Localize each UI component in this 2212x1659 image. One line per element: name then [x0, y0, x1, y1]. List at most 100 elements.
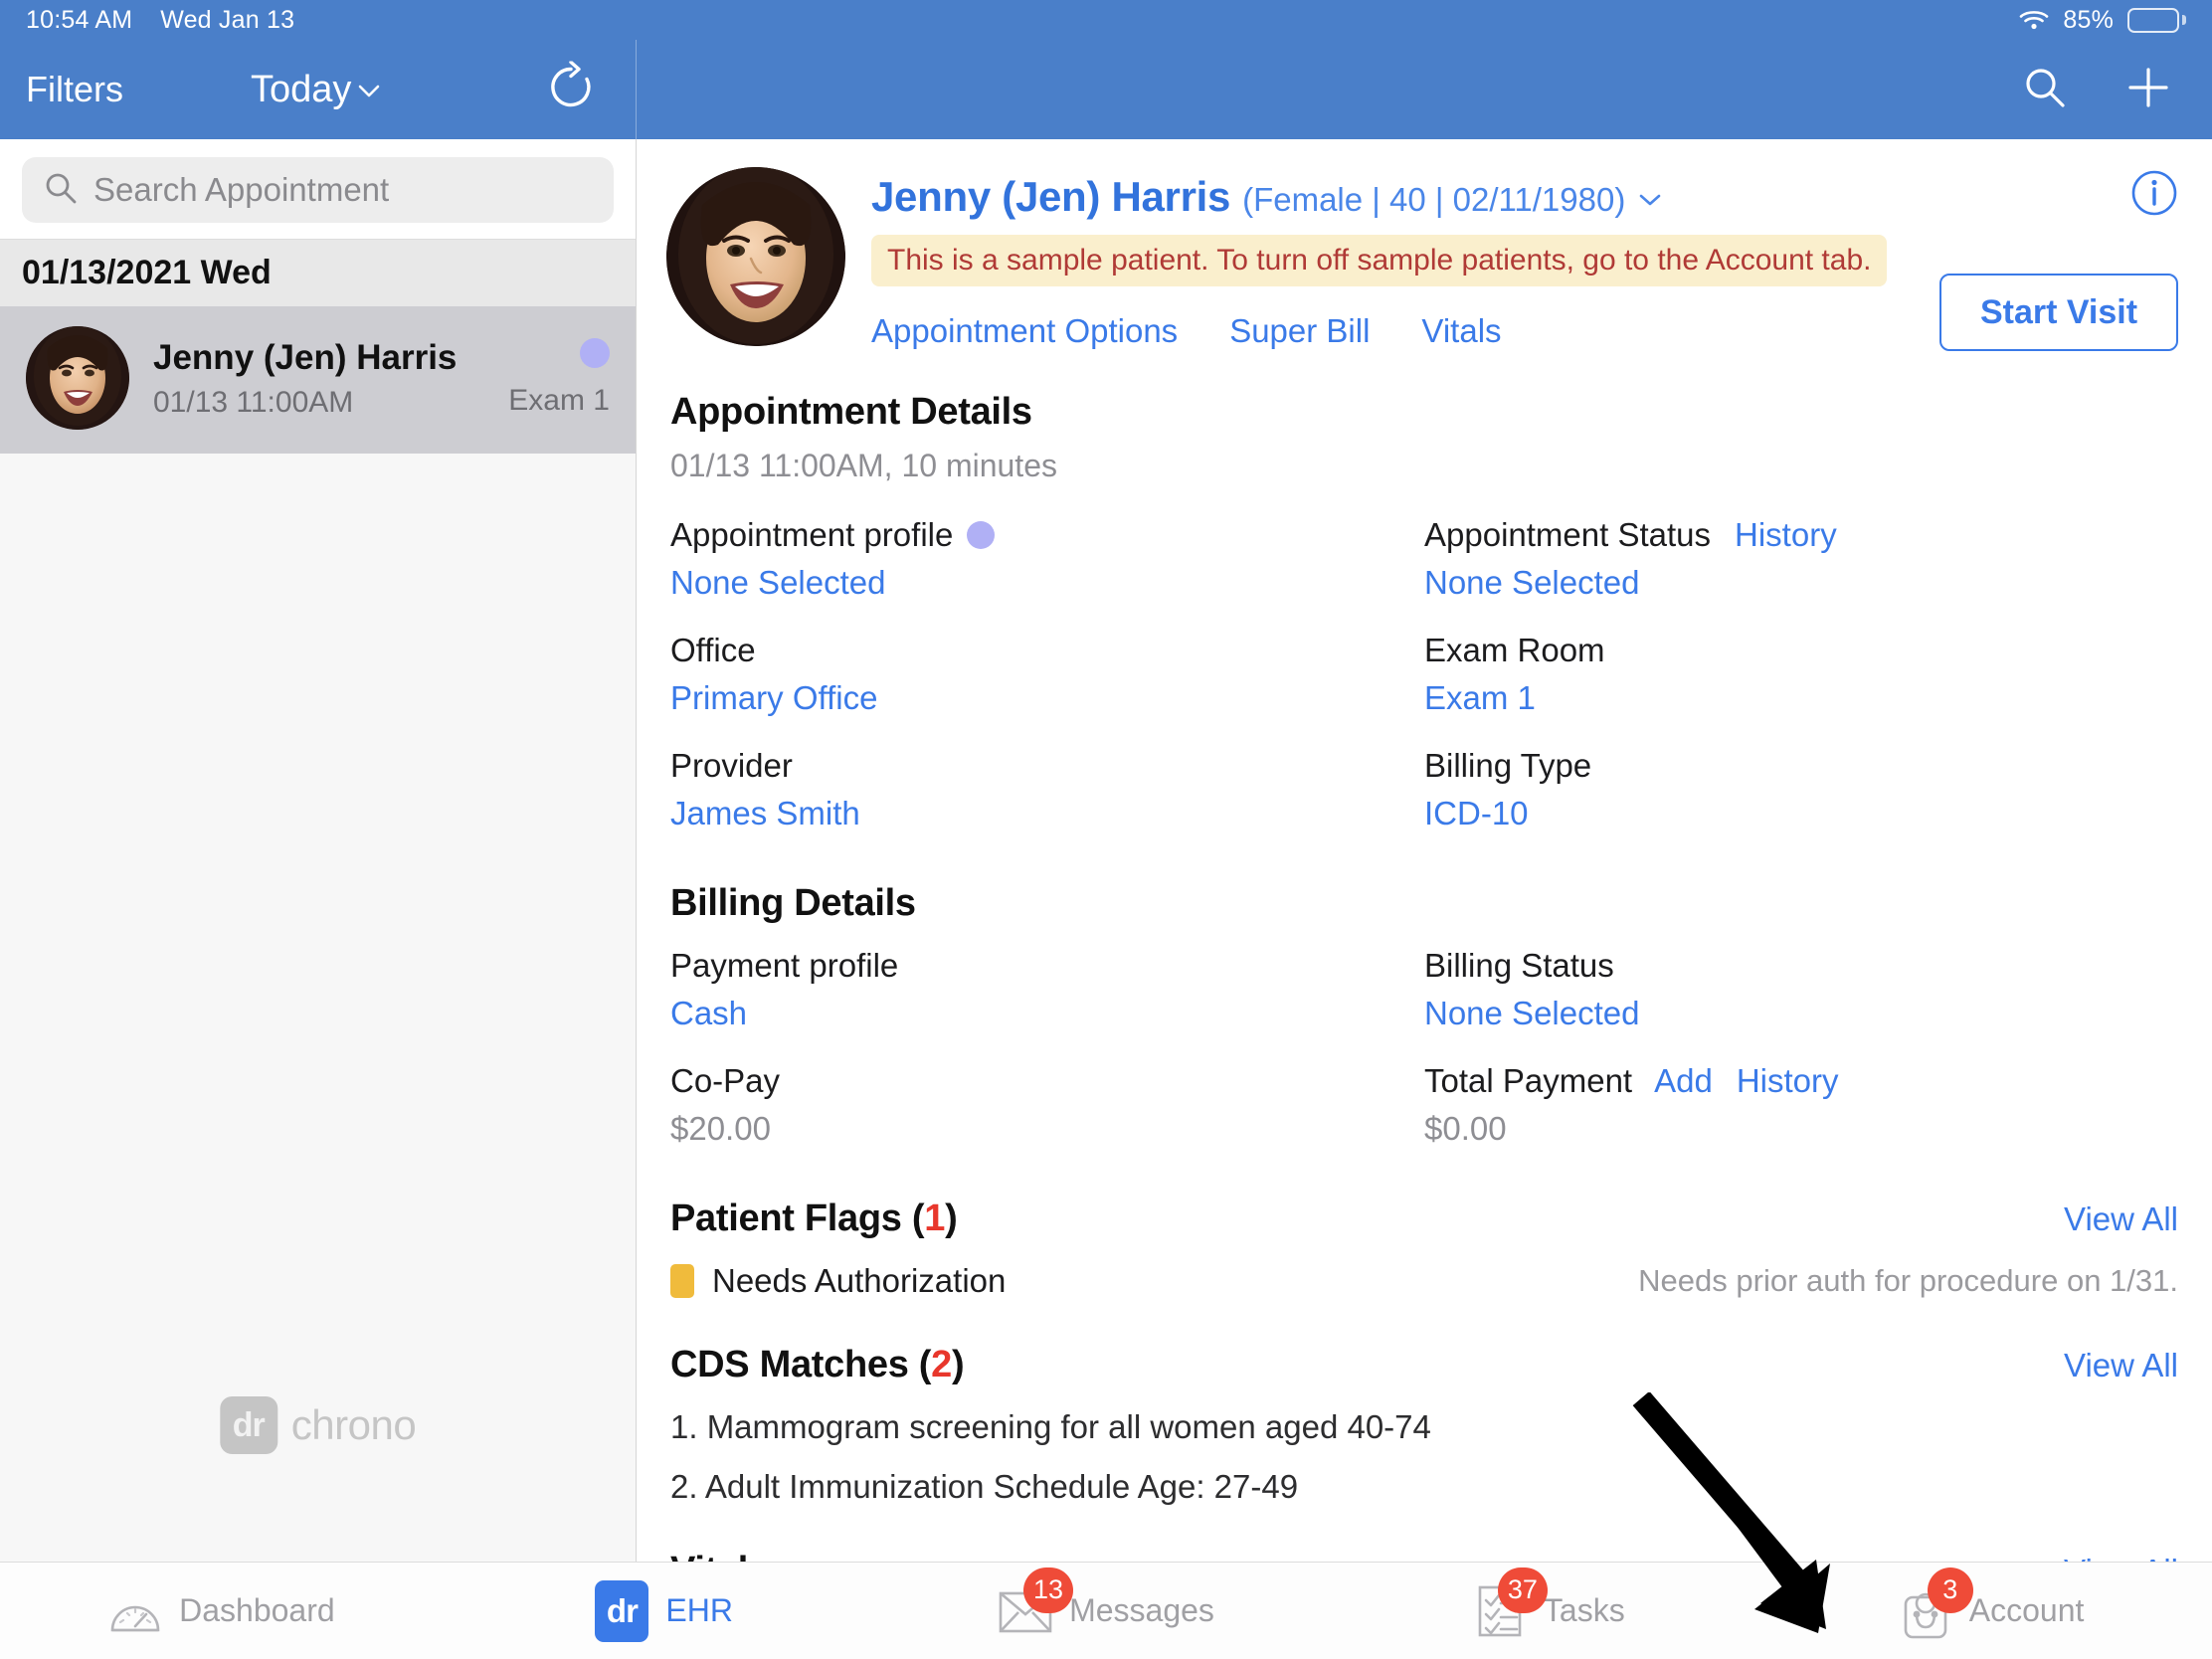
patient-name-line[interactable]: Jenny (Jen) Harris (Female | 40 | 02/11/… [871, 173, 1904, 221]
start-visit-button[interactable]: Start Visit [1939, 274, 2178, 351]
tab-dashboard[interactable]: Dashboard [0, 1563, 443, 1659]
appointment-profile-dot [580, 338, 610, 368]
field-label: Exam Room [1424, 632, 1605, 668]
list-item-info: Jenny (Jen) Harris 01/13 11:00AM [153, 336, 484, 420]
flag-note: Needs prior auth for procedure on 1/31. [1638, 1263, 2178, 1298]
field-value[interactable]: Exam 1 [1424, 679, 2178, 717]
checklist-icon: 37 [1472, 1567, 1548, 1639]
battery-percent: 85% [2063, 5, 2114, 34]
tab-super-bill[interactable]: Super Bill [1229, 312, 1370, 350]
patient-demographics: (Female | 40 | 02/11/1980) [1242, 181, 1626, 218]
tab-tasks[interactable]: 37 Tasks [1327, 1563, 1769, 1659]
tab-ehr[interactable]: dr EHR [443, 1563, 885, 1659]
search-appointment-input[interactable]: Search Appointment [22, 157, 614, 223]
today-dropdown[interactable]: Today [251, 69, 381, 111]
cds-view-all[interactable]: View All [2064, 1347, 2178, 1384]
sidebar-empty-space [0, 454, 636, 1562]
top-bar: 10:54 AM Wed Jan 13 85% Filters Today [0, 0, 2212, 139]
total-payment-add-link[interactable]: Add [1654, 1062, 1713, 1100]
field-exam-room: Exam Room Exam 1 [1424, 632, 2178, 717]
tab-vitals[interactable]: Vitals [1421, 312, 1501, 350]
field-appointment-profile: Appointment profile None Selected [670, 516, 1424, 602]
refresh-icon[interactable] [546, 60, 596, 118]
appointment-date-header: 01/13/2021 Wed [0, 239, 636, 306]
appointment-room-label: Exam 1 [508, 384, 610, 417]
search-icon [44, 171, 78, 210]
field-value[interactable]: None Selected [670, 564, 1424, 602]
appointment-datetime: 01/13 11:00AM, 10 minutes [670, 448, 1057, 483]
appointment-status-history-link[interactable]: History [1735, 516, 1837, 554]
patient-header-actions: Start Visit [1930, 167, 2178, 351]
total-payment-history-link[interactable]: History [1737, 1062, 1839, 1100]
appointment-time: 01/13 11:00AM [153, 385, 354, 419]
section-header-row: Vitals View All [670, 1550, 2178, 1562]
chevron-down-icon[interactable] [1637, 184, 1663, 215]
avatar [26, 326, 129, 430]
search-placeholder: Search Appointment [93, 171, 390, 208]
field-total-payment: Total Payment Add History $0.00 [1424, 1062, 2178, 1148]
section-header-row: CDS Matches (2) View All [670, 1344, 2178, 1386]
drchrono-logo-text: chrono [290, 1401, 417, 1448]
section-title: Vitals [670, 1550, 769, 1562]
tab-label: Messages [1069, 1592, 1214, 1628]
tab-appointment-options[interactable]: Appointment Options [871, 312, 1178, 350]
field-value[interactable]: ICD-10 [1424, 795, 2178, 832]
field-provider: Provider James Smith [670, 747, 1424, 832]
dr-logo-square: dr [595, 1579, 649, 1642]
patient-avatar[interactable] [666, 167, 845, 346]
status-right: 85% [2019, 6, 2186, 35]
list-item-right: Exam 1 [508, 338, 610, 418]
plus-icon[interactable] [2124, 64, 2172, 116]
tab-label: Tasks [1543, 1592, 1625, 1628]
field-value[interactable]: James Smith [670, 795, 1424, 832]
dashboard-gauge-icon [107, 1583, 163, 1639]
field-value[interactable]: None Selected [1424, 995, 2178, 1032]
field-label: Total Payment [1424, 1062, 1633, 1099]
field-billing-status: Billing Status None Selected [1424, 947, 2178, 1032]
tab-account[interactable]: 3 Account [1769, 1563, 2212, 1659]
vitals-view-all[interactable]: View All [2064, 1553, 2178, 1562]
nav-right-section [637, 40, 2212, 139]
stethoscope-icon: 3 [1898, 1567, 1973, 1639]
patient-flags-title-close: ) [945, 1198, 958, 1239]
status-badge: 37 [1497, 1567, 1548, 1613]
billing-details-section: Billing Details Payment profile Cash Co-… [637, 860, 2212, 1176]
cds-matches-section: CDS Matches (2) View All 1. Mammogram sc… [637, 1322, 2212, 1528]
field-value[interactable]: Primary Office [670, 679, 1424, 717]
field-label: Appointment profile [670, 516, 954, 553]
status-badge: 13 [1023, 1567, 1074, 1613]
field-label: Co-Pay [670, 1062, 781, 1099]
field-label: Billing Status [1424, 947, 1614, 984]
field-co-pay: Co-Pay $20.00 [670, 1062, 1424, 1148]
status-time: 10:54 AM [26, 5, 133, 34]
flag-name: Needs Authorization [712, 1262, 1007, 1299]
tab-messages[interactable]: 13 Messages [885, 1563, 1328, 1659]
tab-label: Account [1968, 1592, 2085, 1628]
sample-patient-banner: This is a sample patient. To turn off sa… [871, 235, 1888, 286]
search-icon[interactable] [2021, 64, 2069, 116]
patient-flags-view-all[interactable]: View All [2064, 1200, 2178, 1238]
appointment-fields-right: Appointment Status History None Selected… [1424, 516, 2178, 832]
section-title: Patient Flags (1) [670, 1198, 958, 1240]
search-container: Search Appointment [0, 139, 636, 239]
field-appointment-status: Appointment Status History None Selected [1424, 516, 2178, 602]
field-value[interactable]: None Selected [1424, 564, 2178, 602]
chevron-down-icon [357, 81, 381, 104]
field-value[interactable]: Cash [670, 995, 1424, 1032]
section-title: Appointment Details [670, 391, 1032, 433]
patient-flags-title-text: Patient Flags ( [670, 1198, 925, 1239]
app-root: 10:54 AM Wed Jan 13 85% Filters Today Se… [0, 0, 2212, 1659]
list-item: 1. Mammogram screening for all women age… [670, 1408, 1431, 1445]
field-value: $20.00 [670, 1110, 771, 1147]
today-label: Today [251, 68, 352, 110]
info-icon[interactable] [2130, 169, 2178, 222]
tab-label: EHR [665, 1592, 733, 1628]
envelope-icon: 13 [998, 1567, 1074, 1639]
filters-button[interactable]: Filters [26, 69, 123, 110]
ios-status-bar: 10:54 AM Wed Jan 13 85% [0, 0, 2212, 40]
list-item[interactable]: Jenny (Jen) Harris 01/13 11:00AM Exam 1 [0, 306, 636, 454]
field-office: Office Primary Office [670, 632, 1424, 717]
patient-header-body: Jenny (Jen) Harris (Female | 40 | 02/11/… [871, 167, 1904, 351]
cds-title-text: CDS Matches ( [670, 1344, 932, 1385]
tab-label: Dashboard [179, 1592, 335, 1628]
